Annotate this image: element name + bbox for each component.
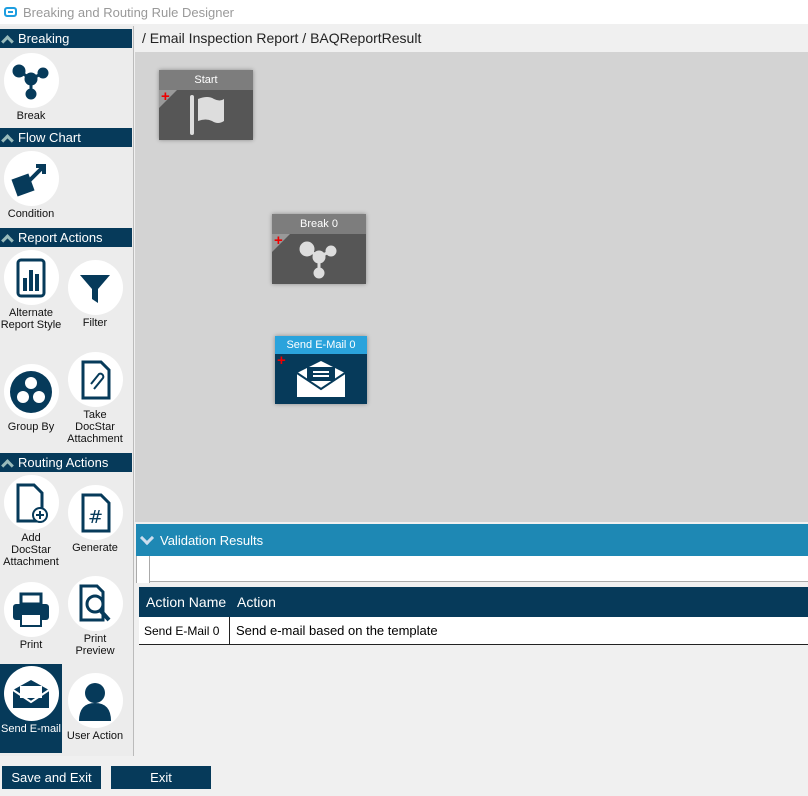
tool-print-preview[interactable]: Print Preview [64, 576, 126, 657]
tool-filter[interactable]: Filter [64, 260, 126, 329]
table-row[interactable]: Send E-Mail 0 Send e-mail based on the te… [139, 616, 808, 645]
svg-text:#: # [88, 507, 103, 528]
node-send-email-0[interactable]: Send E-Mail 0 + [275, 336, 367, 404]
tool-add-docstar-attachment[interactable]: Add DocStar Attachment [0, 475, 62, 568]
tool-label: Generate [72, 542, 118, 554]
break-icon [3, 53, 59, 108]
column-action-name[interactable]: Action Name [139, 594, 230, 610]
tool-take-docstar-attachment[interactable]: Take DocStar Attachment [64, 352, 126, 445]
tool-label: Send E-mail [1, 723, 61, 735]
add-icon[interactable]: + [161, 88, 170, 105]
report-chart-icon [3, 250, 59, 305]
validation-table-header: Action Name Action [139, 587, 808, 617]
tool-label: Print Preview [75, 633, 115, 657]
printer-icon [3, 582, 59, 637]
tool-label: Condition [7, 208, 55, 220]
tool-condition[interactable]: Condition [0, 151, 62, 220]
node-title: Break 0 [272, 214, 366, 234]
section-flow-chart[interactable]: Flow Chart [0, 128, 132, 147]
tool-label: Break [16, 110, 46, 122]
flag-icon [190, 95, 224, 135]
validation-tab[interactable] [136, 556, 150, 583]
tool-alternate-report-style[interactable]: Alternate Report Style [0, 250, 62, 331]
section-routing-actions[interactable]: Routing Actions [0, 453, 132, 472]
tool-print[interactable]: Print [0, 582, 62, 651]
chevron-up-icon [1, 34, 14, 48]
section-report-actions[interactable]: Report Actions [0, 228, 132, 247]
tool-label: Add DocStar Attachment [3, 532, 59, 568]
tool-label: User Action [66, 730, 124, 742]
design-canvas[interactable]: Start + Break 0 + Send E-Mail 0 + [135, 52, 808, 522]
node-title: Start [159, 70, 253, 90]
hash-document-icon: # [67, 485, 123, 540]
section-label: Report Actions [18, 230, 103, 245]
toolbox-sidebar: Breaking Break Flow Chart Condition Repo… [0, 26, 134, 756]
condition-icon [3, 151, 59, 206]
save-and-exit-button[interactable]: Save and Exit [2, 766, 101, 789]
user-icon [67, 673, 123, 728]
tool-label: Print [19, 639, 43, 651]
validation-results-header[interactable]: Validation Results [136, 524, 808, 556]
section-label: Routing Actions [18, 455, 109, 470]
node-break-0[interactable]: Break 0 + [272, 214, 366, 284]
add-icon[interactable]: + [277, 352, 286, 369]
column-action[interactable]: Action [230, 594, 276, 610]
section-breaking[interactable]: Breaking [0, 29, 132, 48]
tool-label: Group By [7, 421, 55, 433]
validation-title: Validation Results [160, 532, 264, 548]
filter-icon [67, 260, 123, 315]
envelope-icon [3, 666, 59, 721]
tool-label: Take DocStar Attachment [67, 409, 123, 445]
tab-strip [136, 556, 808, 582]
add-icon[interactable]: + [274, 232, 283, 249]
group-by-icon [3, 364, 59, 419]
exit-button[interactable]: Exit [111, 766, 211, 789]
section-label: Breaking [18, 31, 70, 46]
breadcrumb: / Email Inspection Report / BAQReportRes… [142, 30, 422, 46]
attachment-doc-icon [67, 352, 123, 407]
window-title: Breaking and Routing Rule Designer [23, 4, 235, 20]
tool-label: Filter [82, 317, 108, 329]
chevron-up-icon [1, 233, 14, 247]
section-label: Flow Chart [18, 130, 81, 145]
chevron-up-icon [1, 458, 14, 472]
cell-action-name: Send E-Mail 0 [139, 616, 230, 645]
node-start[interactable]: Start + [159, 70, 253, 140]
chevron-down-icon [139, 530, 155, 545]
title-bar: Breaking and Routing Rule Designer [0, 0, 808, 24]
node-title: Send E-Mail 0 [275, 336, 367, 354]
tool-break[interactable]: Break [0, 53, 62, 122]
add-attachment-icon [3, 475, 59, 530]
tool-user-action[interactable]: User Action [64, 673, 126, 742]
tool-generate[interactable]: # Generate [64, 485, 126, 554]
app-icon [4, 7, 17, 17]
break-icon [299, 241, 337, 279]
envelope-icon [296, 361, 346, 397]
print-preview-icon [67, 576, 123, 631]
cell-action: Send e-mail based on the template [236, 623, 438, 638]
tool-label: Alternate Report Style [0, 307, 62, 331]
chevron-up-icon [1, 133, 14, 147]
tool-group-by[interactable]: Group By [0, 364, 62, 433]
tool-send-email[interactable]: Send E-mail [0, 664, 62, 753]
